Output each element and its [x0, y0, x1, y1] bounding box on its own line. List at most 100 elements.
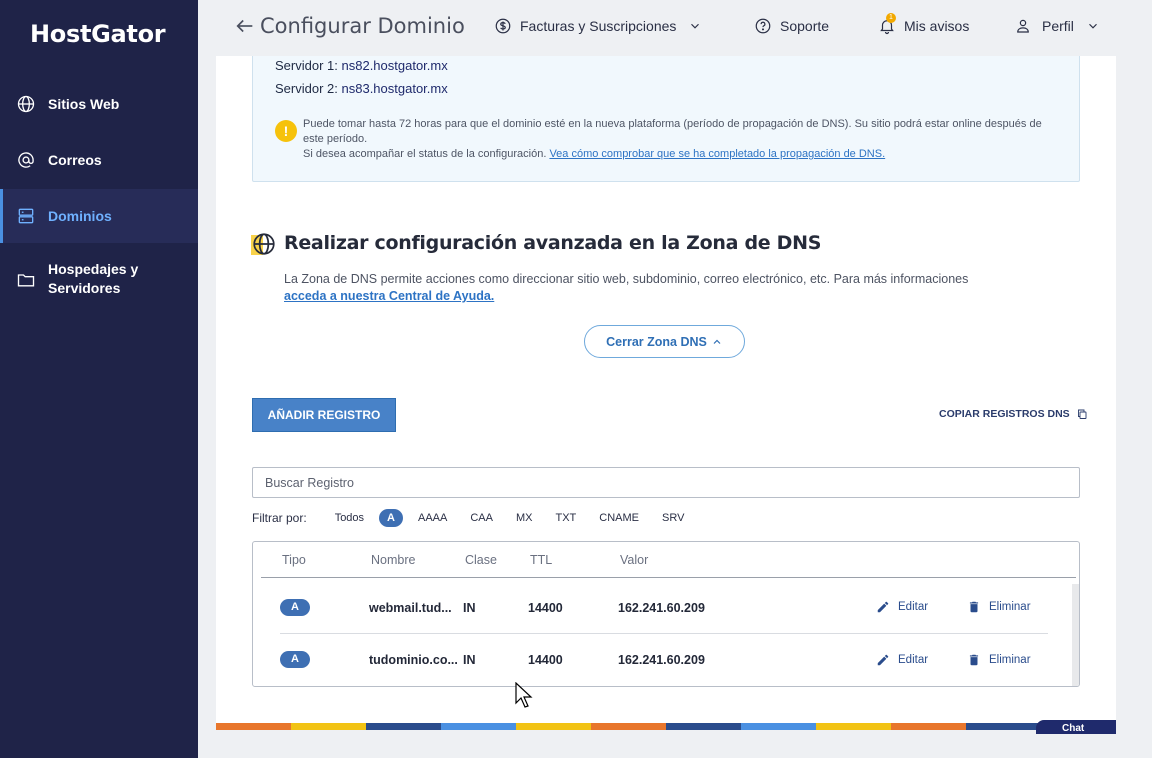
folder-icon	[17, 274, 35, 287]
propagation-help-link[interactable]: Vea cómo comprobar que se ha completado …	[549, 148, 885, 160]
edit-label: Editar	[898, 654, 929, 666]
record-type-badge: A	[280, 651, 310, 668]
back-arrow-icon[interactable]	[234, 15, 256, 37]
delete-button[interactable]: Eliminar	[967, 653, 1031, 667]
main-content: Servidor 1: ns82.hostgator.mx Servidor 2…	[216, 56, 1116, 730]
sidebar-item-hospedajes[interactable]: Hospedajes y Servidores	[0, 260, 198, 300]
dns-zone-title: Realizar configuración avanzada en la Zo…	[284, 232, 822, 254]
filter-chip-txt[interactable]: TXT	[547, 509, 584, 527]
record-value: 162.241.60.209	[618, 601, 705, 615]
pencil-icon	[877, 654, 889, 666]
column-header-name: Nombre	[371, 553, 416, 567]
billing-menu[interactable]: Facturas y Suscripciones	[494, 17, 702, 35]
sidebar-item-dominios[interactable]: Dominios	[0, 189, 198, 243]
footer-stripe-segment	[441, 723, 516, 730]
footer-stripe-segment	[741, 723, 816, 730]
footer-stripe-segment	[516, 723, 591, 730]
nameservers-info-box: Servidor 1: ns82.hostgator.mx Servidor 2…	[252, 56, 1080, 182]
filter-chip-caa[interactable]: CAA	[462, 509, 501, 527]
propagation-warning: Puede tomar hasta 72 horas para que el d…	[303, 117, 1053, 162]
trash-icon	[969, 601, 979, 613]
sidebar-item-label: Hospedajes y Servidores	[48, 261, 139, 296]
footer-color-stripe	[216, 723, 1116, 730]
copy-dns-label: COPIAR REGISTROS DNS	[939, 408, 1070, 420]
chat-label: Chat	[1062, 723, 1085, 734]
chat-button[interactable]: Chat	[1036, 720, 1116, 734]
filter-chip-aaaa[interactable]: AAAA	[410, 509, 455, 527]
notification-bell: 1	[878, 13, 896, 35]
dns-records-table: Tipo Nombre Clase TTL Valor A webmail.tu…	[252, 541, 1080, 687]
notification-badge: 1	[886, 13, 896, 23]
filter-label: Filtrar por:	[252, 511, 307, 525]
server2-line: Servidor 2: ns83.hostgator.mx	[275, 81, 448, 96]
column-header-value: Valor	[620, 553, 649, 567]
column-header-type: Tipo	[282, 553, 306, 567]
copy-dns-records-button[interactable]: COPIAR REGISTROS DNS	[939, 408, 1088, 420]
footer-stripe-segment	[966, 723, 1041, 730]
globe-icon	[17, 95, 35, 113]
sidebar-item-correos[interactable]: Correos	[0, 146, 198, 174]
help-center-link[interactable]: acceda a nuestra Central de Ayuda.	[284, 289, 494, 303]
server1-value: ns82.hostgator.mx	[341, 58, 448, 73]
footer-stripe-segment	[366, 723, 441, 730]
delete-label: Eliminar	[989, 654, 1031, 666]
dollar-circle-icon	[495, 18, 511, 34]
sidebar-item-label: Correos	[48, 151, 102, 168]
server1-line: Servidor 1: ns82.hostgator.mx	[275, 58, 448, 73]
page-title: Configurar Dominio	[260, 14, 465, 38]
warning-icon: !	[275, 120, 297, 142]
warning-line-2-text: Si desea acompañar el status de la confi…	[303, 148, 547, 160]
record-name: tudominio.co...	[369, 653, 458, 667]
footer-stripe-segment	[291, 723, 366, 730]
page-scrollbar[interactable]	[1116, 56, 1152, 758]
edit-button[interactable]: Editar	[876, 600, 928, 614]
server2-value: ns83.hostgator.mx	[341, 81, 448, 96]
support-label: Soporte	[780, 18, 830, 34]
record-type-badge: A	[280, 599, 310, 616]
footer-stripe-segment	[891, 723, 966, 730]
user-icon	[1017, 19, 1029, 33]
globe-icon	[251, 231, 277, 257]
edit-label: Editar	[898, 601, 929, 613]
table-row: A tudominio.co... IN 14400 162.241.60.20…	[253, 635, 1079, 686]
support-link[interactable]: Soporte	[754, 17, 829, 35]
footer-stripe-segment	[666, 723, 741, 730]
copy-icon	[1077, 409, 1087, 419]
close-dns-zone-label: Cerrar Zona DNS	[606, 334, 707, 349]
filter-chip-a[interactable]: A	[379, 509, 403, 527]
notices-link[interactable]: 1 Mis avisos	[878, 13, 970, 35]
pencil-icon	[877, 601, 889, 613]
sidebar: HostGator Sitios Web Correos Dominios Ho…	[0, 0, 198, 758]
chevron-down-icon	[1088, 23, 1097, 29]
filter-chip-cname[interactable]: CNAME	[591, 509, 647, 527]
notices-label: Mis avisos	[904, 18, 970, 34]
profile-label: Perfil	[1042, 18, 1074, 34]
add-record-button[interactable]: AÑADIR REGISTRO	[252, 398, 396, 432]
filter-chip-todos[interactable]: Todos	[327, 509, 372, 527]
close-dns-zone-button[interactable]: Cerrar Zona DNS	[584, 325, 745, 358]
record-class: IN	[463, 653, 476, 667]
record-ttl: 14400	[528, 653, 563, 667]
filter-chip-mx[interactable]: MX	[508, 509, 541, 527]
footer-stripe-segment	[216, 723, 291, 730]
hostgator-logo[interactable]: HostGator	[30, 20, 166, 48]
sidebar-item-label: Dominios	[48, 208, 112, 224]
profile-menu[interactable]: Perfil	[1014, 17, 1100, 35]
row-divider	[280, 633, 1048, 634]
chevron-down-icon	[691, 23, 700, 29]
delete-button[interactable]: Eliminar	[967, 600, 1031, 614]
delete-label: Eliminar	[989, 601, 1031, 613]
server-icon	[18, 208, 34, 224]
sidebar-item-sitios-web[interactable]: Sitios Web	[0, 90, 198, 118]
top-header: Configurar Dominio Facturas y Suscripcio…	[198, 0, 1116, 56]
trash-icon	[969, 654, 979, 666]
filter-chip-srv[interactable]: SRV	[654, 509, 692, 527]
table-row: A webmail.tud... IN 14400 162.241.60.209…	[253, 582, 1079, 634]
header-divider	[261, 577, 1076, 578]
mouse-cursor-icon	[515, 682, 533, 708]
search-record-input[interactable]	[252, 467, 1080, 498]
at-icon	[18, 152, 34, 168]
dns-zone-description-text: La Zona de DNS permite acciones como dir…	[284, 272, 969, 286]
record-ttl: 14400	[528, 601, 563, 615]
edit-button[interactable]: Editar	[876, 653, 928, 667]
